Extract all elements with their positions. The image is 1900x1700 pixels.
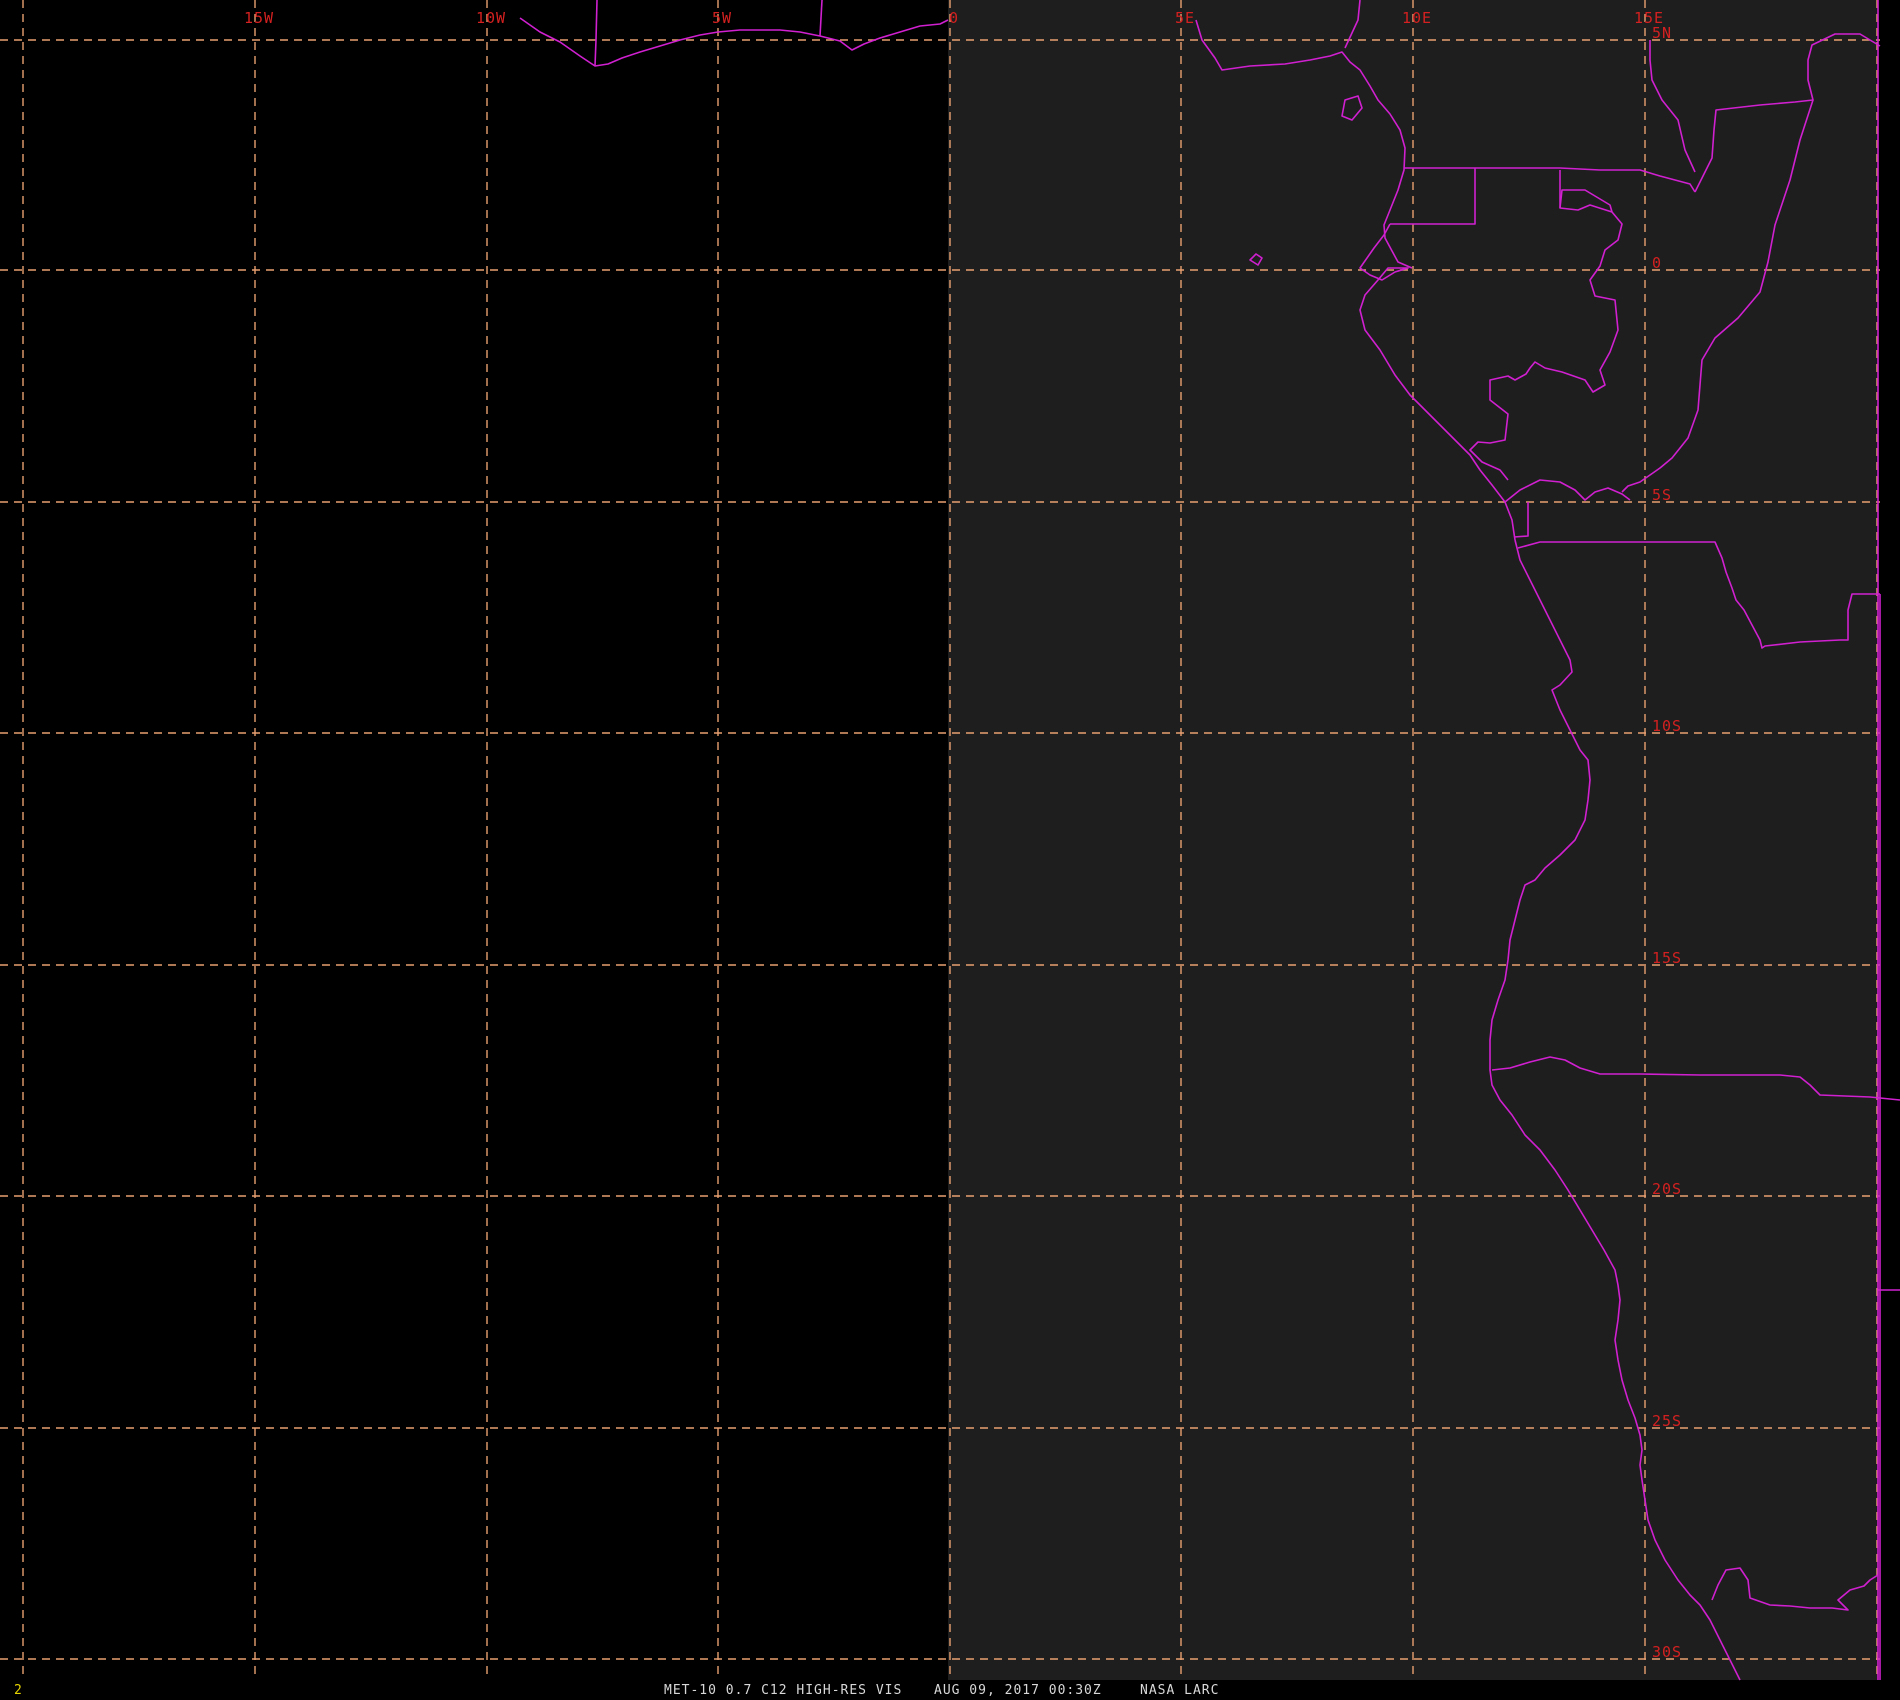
status-bar: 2 MET-10 0.7 C12 HIGH-RES VIS AUG 09, 20…	[0, 1681, 1900, 1700]
data-source: NASA LARC	[1140, 1683, 1220, 1698]
latitude-label: 30S	[1652, 1643, 1682, 1661]
latitude-label: 10S	[1652, 717, 1682, 735]
latitude-label: 5N	[1652, 24, 1672, 42]
frame-number: 2	[14, 1683, 23, 1698]
latitude-label: 15S	[1652, 949, 1682, 967]
latitude-label: 5S	[1652, 486, 1672, 504]
longitude-label: 10W	[476, 9, 506, 27]
longitude-label: 5E	[1175, 9, 1195, 27]
satellite-product: MET-10 0.7 C12 HIGH-RES VIS	[664, 1683, 903, 1698]
longitude-label: 5W	[712, 9, 732, 27]
latitude-label: 20S	[1652, 1180, 1682, 1198]
satellite-map: 15W 10W 5W 0 5E 10E 15E 5N05S10S15S20S25S30S	[0, 0, 1900, 1681]
latitude-label: 25S	[1652, 1412, 1682, 1430]
image-datetime: AUG 09, 2017 00:30Z	[934, 1683, 1102, 1698]
longitude-label: 10E	[1402, 9, 1432, 27]
longitude-label: 15W	[244, 9, 274, 27]
latitude-label: 0	[1652, 254, 1662, 272]
longitude-label: 0	[949, 9, 959, 27]
